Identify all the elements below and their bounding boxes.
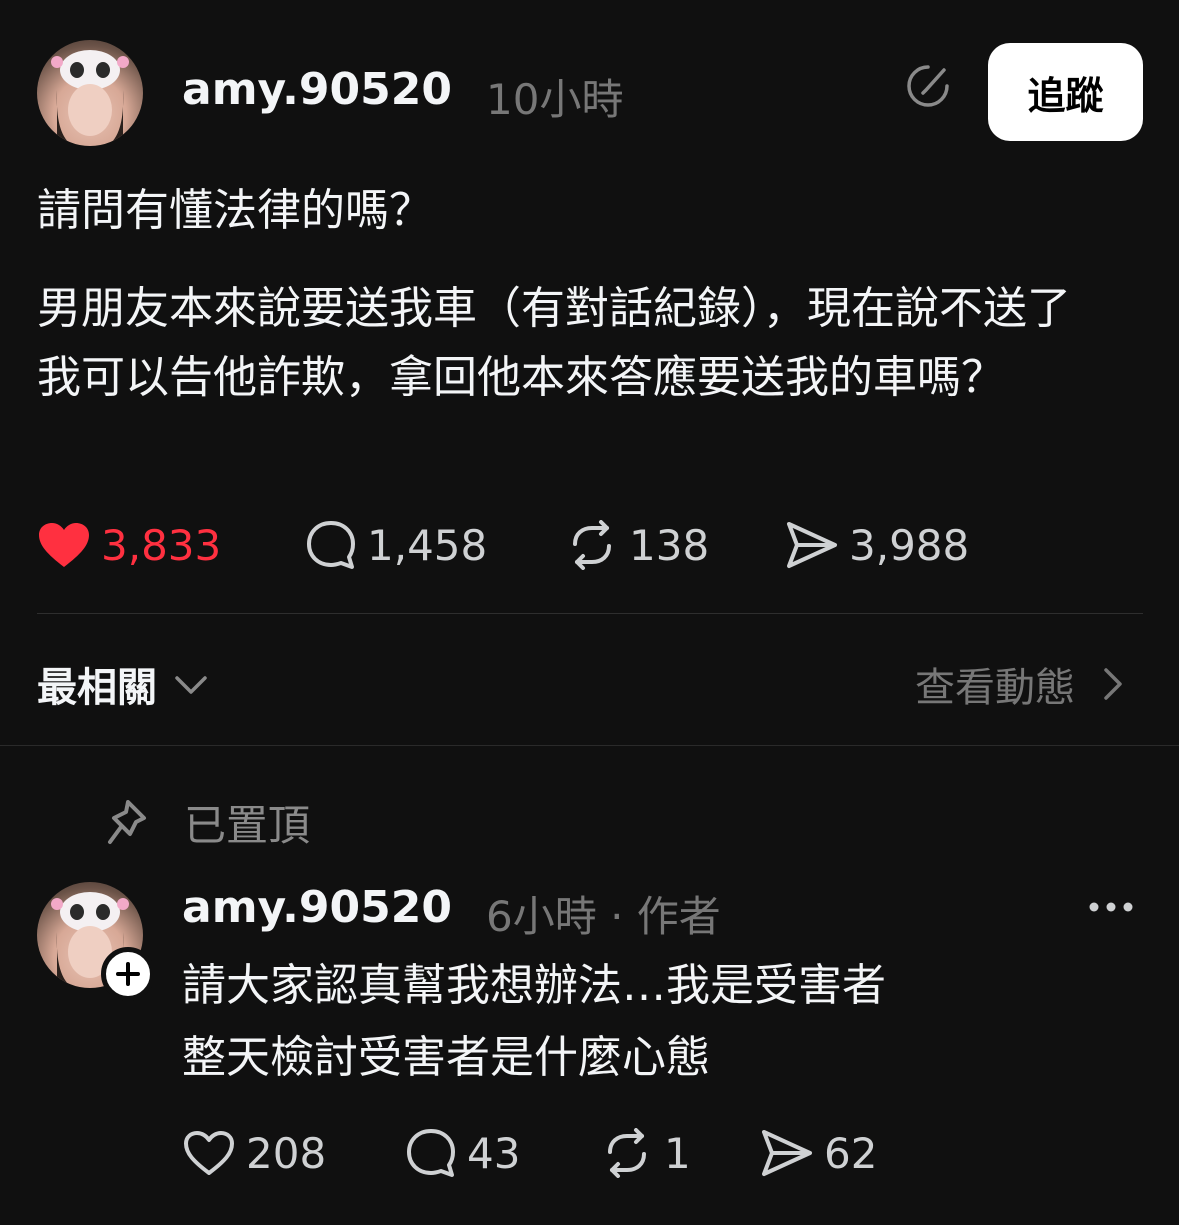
pin-icon xyxy=(108,799,146,844)
comment-button[interactable]: 1,458 xyxy=(305,515,487,575)
like-button[interactable]: 3,833 xyxy=(37,515,221,575)
post-username[interactable]: amy.90520 xyxy=(182,64,452,115)
reply-share-count: 62 xyxy=(824,1128,878,1178)
reply-body-line: 整天檢討受害者是什麼心態 xyxy=(182,1032,710,1083)
repost-button[interactable]: 138 xyxy=(565,515,709,575)
comment-icon xyxy=(307,521,355,569)
like-count: 3,833 xyxy=(101,520,222,570)
repost-count: 138 xyxy=(629,520,710,570)
pinned-indicator: 已置頂 xyxy=(106,792,310,853)
divider xyxy=(37,613,1143,614)
reply-timestamp: 6小時 · 作者 xyxy=(486,892,721,941)
post-body-line: 我可以告他詐欺，拿回他本來答應要送我的車嗎？ xyxy=(37,352,1005,403)
follow-plus-button[interactable] xyxy=(101,947,155,1001)
share-button[interactable]: 3,988 xyxy=(785,515,969,575)
edit-icon[interactable] xyxy=(904,62,952,110)
sort-label: 最相關 xyxy=(37,665,157,711)
repost-icon xyxy=(573,520,611,570)
chevron-right-icon xyxy=(1104,668,1122,700)
reply-username[interactable]: amy.90520 xyxy=(182,882,452,933)
reply-like-button[interactable]: 208 xyxy=(182,1123,326,1183)
post-question: 請問有懂法律的嗎？ xyxy=(37,185,433,236)
reply-repost-button[interactable]: 1 xyxy=(600,1123,691,1183)
share-icon xyxy=(787,522,837,568)
follow-button[interactable]: 追蹤 xyxy=(988,43,1143,141)
sort-dropdown[interactable]: 最相關 xyxy=(37,655,211,713)
reply-comment-button[interactable]: 43 xyxy=(405,1123,520,1183)
activity-label: 查看動態 xyxy=(915,665,1075,711)
comment-icon xyxy=(407,1129,455,1177)
comment-count: 1,458 xyxy=(367,520,488,570)
post-timestamp: 10小時 xyxy=(486,75,624,124)
heart-icon xyxy=(39,523,89,567)
plus-icon xyxy=(116,962,140,986)
reply-comment-count: 43 xyxy=(467,1128,521,1178)
share-icon xyxy=(762,1130,812,1176)
more-icon[interactable] xyxy=(1086,895,1136,919)
reply-like-count: 208 xyxy=(246,1128,327,1178)
reply-body-line: 請大家認真幫我想辦法…我是受害者 xyxy=(182,960,886,1011)
post-body-line: 男朋友本來說要送我車（有對話紀錄），現在說不送了 xyxy=(37,283,1071,334)
reply-body: 請大家認真幫我想辦法…我是受害者 整天檢討受害者是什麼心態 xyxy=(182,950,1142,1094)
post-body: 男朋友本來說要送我車（有對話紀錄），現在說不送了 我可以告他詐欺，拿回他本來答應… xyxy=(37,274,1147,412)
post: amy.90520 10小時 追蹤 請問有懂法律的嗎？ 男朋友本來說要送我車（有… xyxy=(0,0,1179,746)
view-activity-link[interactable]: 查看動態 xyxy=(915,655,1127,713)
section-divider xyxy=(0,745,1179,746)
chevron-down-icon xyxy=(175,676,207,694)
reply-share-button[interactable]: 62 xyxy=(760,1123,877,1183)
pinned-label: 已置頂 xyxy=(184,801,311,850)
share-count: 3,988 xyxy=(849,520,970,570)
reply-repost-count: 1 xyxy=(664,1128,691,1178)
heart-icon xyxy=(184,1131,234,1175)
repost-icon xyxy=(608,1128,646,1178)
post-avatar[interactable] xyxy=(37,40,143,146)
